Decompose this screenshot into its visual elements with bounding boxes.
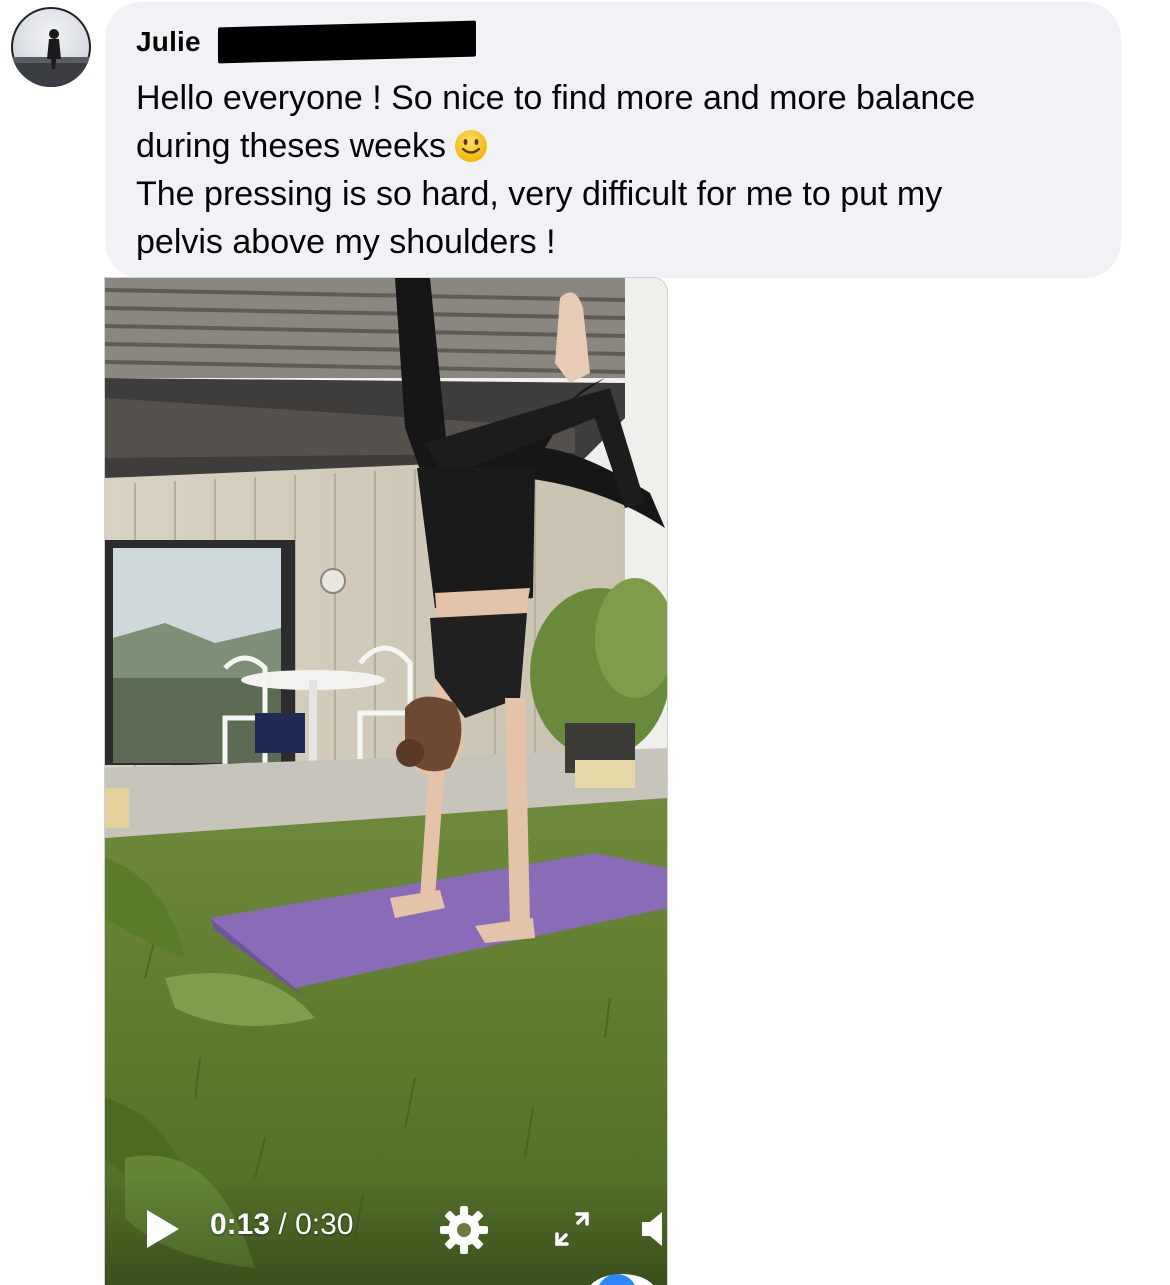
video-time: 0:13 / 0:30	[210, 1208, 353, 1242]
video-player[interactable]: 0:13 / 0:30	[105, 278, 667, 1285]
play-icon[interactable]	[143, 1206, 183, 1252]
fullscreen-icon[interactable]	[551, 1208, 593, 1250]
volume-icon[interactable]	[640, 1208, 667, 1250]
comment-line-with-emoji: during theses weeks	[136, 122, 1091, 170]
gear-icon[interactable]	[438, 1204, 490, 1256]
duration: 0:30	[295, 1208, 354, 1241]
comment-text: Hello everyone ! So nice to find more an…	[136, 74, 1091, 266]
video-frame	[105, 278, 667, 1285]
comment-line: The pressing is so hard, very difficult …	[136, 175, 943, 213]
comment-line: Hello everyone ! So nice to find more an…	[136, 79, 976, 117]
current-time: 0:13	[210, 1208, 271, 1241]
comment-line: during theses weeks	[136, 127, 446, 165]
slightly-smiling-face-icon	[454, 130, 487, 162]
redaction-mark	[218, 20, 476, 64]
author-name[interactable]: Julie	[136, 26, 201, 58]
time-separator: /	[278, 1208, 287, 1241]
comment-bubble: Julie Hello everyone ! So nice to find m…	[105, 2, 1121, 278]
avatar-silhouette	[11, 29, 91, 87]
avatar[interactable]	[11, 7, 91, 87]
comment-line: pelvis above my shoulders !	[136, 223, 556, 261]
